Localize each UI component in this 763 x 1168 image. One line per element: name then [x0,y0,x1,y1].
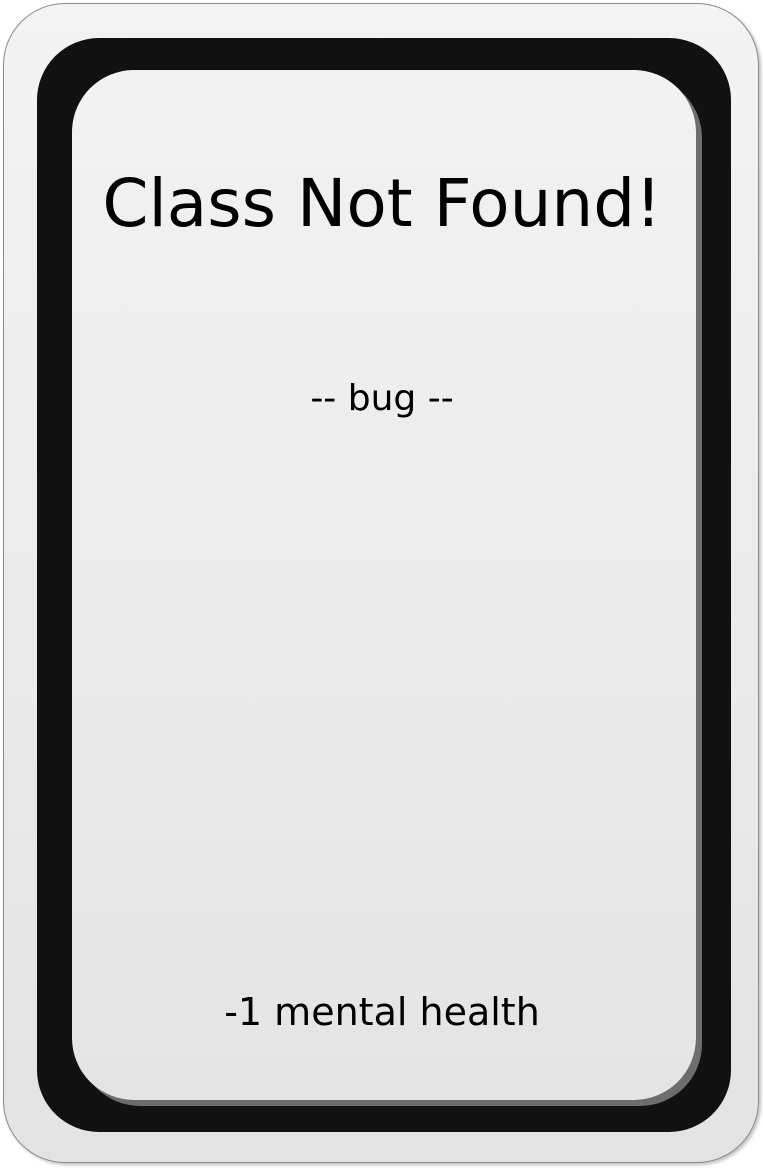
card-type-label: -- bug -- [310,378,454,419]
card-effect-text: -1 mental health [224,990,540,1034]
card-title: Class Not Found! [102,165,662,242]
